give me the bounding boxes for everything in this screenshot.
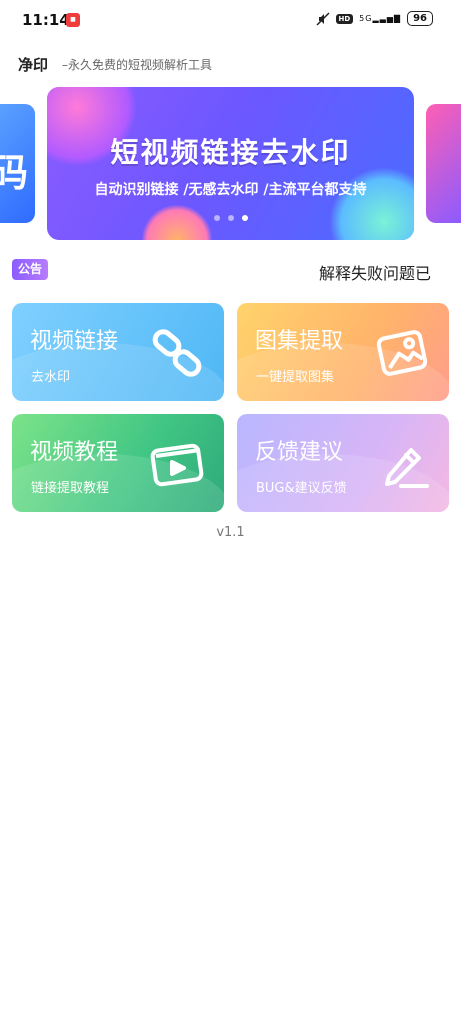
app-brand: 净印 xyxy=(18,56,49,74)
card-title: 图集提取 xyxy=(255,329,344,354)
notice-bar[interactable]: 公告 解释失败问题已 xyxy=(12,258,449,283)
card-subtitle: BUG&建议反馈 xyxy=(256,481,347,496)
card-title: 视频链接 xyxy=(30,329,119,354)
notice-tag: 公告 xyxy=(12,259,48,280)
banner-subtitle: 自动识别链接 /无感去水印 /主流平台都支持 xyxy=(94,182,367,198)
status-bar: 11:14 ■ HD 5G▂▃▅▇ 96 xyxy=(0,0,461,40)
banner-prev-slide[interactable]: 码 xyxy=(0,104,35,223)
banner-prev-text: 码 xyxy=(0,151,29,195)
card-subtitle: 链接提取教程 xyxy=(31,481,110,496)
card-title: 视频教程 xyxy=(30,440,119,465)
status-time: 11:14 xyxy=(22,11,70,29)
banner-decoration xyxy=(329,167,414,240)
signal-icon: 5G▂▃▅▇ xyxy=(359,14,402,23)
video-play-icon xyxy=(150,443,204,487)
app-slogan: –永久免费的短视频解析工具 xyxy=(62,58,213,72)
banner-slide[interactable]: 短视频链接去水印 自动识别链接 /无感去水印 /主流平台都支持 xyxy=(47,87,414,240)
banner-decoration xyxy=(142,205,212,240)
hd-icon: HD xyxy=(335,13,354,24)
status-icons: HD 5G▂▃▅▇ 96 xyxy=(315,11,433,26)
video-link-card[interactable]: 视频链接 去水印 xyxy=(12,303,224,401)
banner-next-slide[interactable] xyxy=(426,104,461,223)
app-header: 净印 –永久免费的短视频解析工具 xyxy=(18,54,212,75)
video-tutorial-card[interactable]: 视频教程 链接提取教程 xyxy=(12,414,224,512)
pencil-icon xyxy=(385,448,429,488)
image-extract-card[interactable]: 图集提取 一键提取图集 xyxy=(237,303,449,401)
notice-text: 解释失败问题已 xyxy=(319,264,432,283)
carousel-dot[interactable] xyxy=(213,215,220,221)
app-notification-icon: ■ xyxy=(66,13,80,27)
carousel-dot[interactable] xyxy=(227,215,234,221)
signal-label: 5G xyxy=(359,14,373,23)
carousel-dot-active[interactable] xyxy=(241,215,248,221)
battery-icon: 96 xyxy=(407,11,433,26)
image-icon xyxy=(376,330,428,376)
app-version: v1.1 xyxy=(216,525,245,540)
link-icon xyxy=(152,329,202,377)
mute-icon xyxy=(315,11,330,26)
feedback-card[interactable]: 反馈建议 BUG&建议反馈 xyxy=(237,414,449,512)
card-subtitle: 去水印 xyxy=(31,370,71,385)
carousel-indicator xyxy=(47,215,414,221)
card-subtitle: 一键提取图集 xyxy=(256,370,335,385)
card-title: 反馈建议 xyxy=(255,440,344,465)
banner-title: 短视频链接去水印 xyxy=(110,136,351,169)
